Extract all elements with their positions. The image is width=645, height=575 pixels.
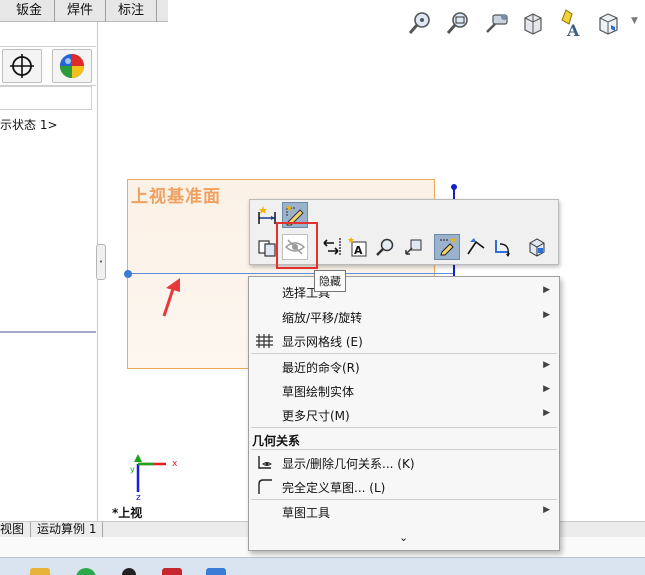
submenu-arrow-icon: ▶: [543, 310, 550, 320]
zoom-to-area-button[interactable]: [443, 6, 473, 40]
view-orientation-button[interactable]: [594, 6, 624, 40]
display-state-label: 示状态 1>: [0, 118, 58, 132]
display-style-button[interactable]: A: [556, 6, 586, 40]
sketch-selection-icon: [440, 237, 456, 256]
tab-annotation[interactable]: 标注: [106, 0, 158, 22]
zoom-to-fit-icon: [408, 12, 430, 34]
axis-x-label: x: [172, 459, 178, 469]
submenu-arrow-icon: ▶: [543, 285, 550, 295]
menu-item-label: 更多尺寸(M): [282, 409, 350, 423]
context-menu: 选择工具 ▶ 缩放/平移/旋转 ▶ 显示网格线 (E) 最近的命令(R) ▶ 草…: [248, 276, 560, 551]
menu-item-more-dimensions[interactable]: 更多尺寸(M) ▶: [249, 403, 559, 427]
move-entities-button[interactable]: [318, 234, 344, 260]
menu-item-label: 显示/删除几何关系... (K): [282, 457, 415, 471]
chat-app-icon[interactable]: [76, 568, 96, 575]
smart-dimension-icon: [258, 206, 276, 224]
menu-separator: [251, 353, 557, 354]
menu-section-header: 几何关系: [252, 434, 301, 448]
rotate-view-button[interactable]: [400, 234, 426, 260]
menu-item-label: 缩放/平移/旋转: [282, 311, 363, 325]
panel-list-box: [0, 86, 92, 110]
command-manager-tabs: 钣金 焊件 标注: [0, 0, 168, 22]
origin-button[interactable]: [2, 49, 42, 83]
menu-item-label: 最近的命令(R): [282, 361, 360, 375]
annotation-button[interactable]: A: [344, 234, 370, 260]
crosshair-icon: [10, 54, 34, 78]
copy-icon: [258, 240, 276, 257]
annotation-icon: A: [348, 237, 367, 257]
hide-tooltip: 隐藏: [314, 270, 346, 292]
submenu-arrow-icon: ▶: [543, 384, 550, 394]
menu-item-sketch-tools[interactable]: 草图工具 ▶: [249, 500, 559, 524]
offset-button[interactable]: [490, 234, 516, 260]
fully-define-icon: [258, 479, 272, 494]
submenu-arrow-icon: ▶: [543, 505, 550, 515]
svg-text:A: A: [354, 244, 363, 257]
menu-item-label: 草图工具: [282, 506, 331, 520]
zoom-button[interactable]: [372, 234, 398, 260]
sketch-line-endpoint[interactable]: [124, 270, 132, 278]
view-orientation-icon: [599, 13, 618, 35]
highlight-box: [276, 222, 318, 269]
axis-z-label: z: [136, 493, 141, 503]
appearance-sphere-icon: [60, 54, 84, 78]
view-name-label: *上视: [112, 506, 143, 520]
menu-item-sketch-entities[interactable]: 草图绘制实体 ▶: [249, 379, 559, 403]
menu-item-zoom-pan-rotate[interactable]: 缩放/平移/旋转 ▶: [249, 305, 559, 329]
coordinate-triad: x y z: [130, 454, 178, 503]
panel-divider[interactable]: [0, 331, 96, 333]
axis-y-label: y: [130, 465, 135, 474]
menu-separator: [251, 449, 557, 450]
tab-sheet-metal[interactable]: 钣金: [0, 0, 56, 22]
feature-manager-panel: 示状态 1>: [0, 0, 98, 522]
offset-icon: [495, 240, 510, 257]
menu-expand-chevron-icon[interactable]: ⌄: [399, 531, 408, 544]
convert-entities-icon: [467, 238, 485, 255]
appearance-button[interactable]: [52, 49, 92, 83]
sketch-selection-button[interactable]: [434, 234, 460, 260]
section-view-button[interactable]: [518, 6, 548, 40]
view-orientation-dropdown-arrow[interactable]: ▼: [631, 16, 638, 26]
grid-icon: [256, 334, 273, 348]
window-icon[interactable]: [206, 568, 226, 575]
rotate-view-icon: [405, 239, 422, 255]
menu-item-show-grid[interactable]: 显示网格线 (E): [249, 329, 559, 353]
previous-view-button[interactable]: [482, 6, 512, 40]
sketch-line[interactable]: [128, 273, 453, 274]
relations-icon: [258, 456, 272, 469]
svg-text:A: A: [566, 21, 580, 38]
menu-item-recent-commands[interactable]: 最近的命令(R) ▶: [249, 355, 559, 379]
display-style-icon: A: [561, 9, 580, 38]
menu-item-fully-define-sketch[interactable]: 完全定义草图... (L): [249, 475, 559, 499]
taskbar: [0, 557, 645, 575]
zoom-icon: [376, 238, 394, 256]
menu-item-label: 草图绘制实体: [282, 385, 355, 399]
solidworks-icon[interactable]: [162, 568, 182, 575]
folder-icon[interactable]: [30, 568, 50, 575]
menu-item-label: 显示网格线 (E): [282, 335, 363, 349]
move-entities-icon: [323, 238, 341, 256]
menu-item-label: 完全定义草图... (L): [282, 481, 386, 495]
3d-view-button[interactable]: [524, 234, 550, 260]
zoom-to-area-icon: [446, 12, 468, 34]
section-view-icon: [524, 13, 542, 35]
panel-collapse-handle[interactable]: •: [96, 244, 106, 280]
plane-label: 上视基准面: [131, 187, 221, 207]
tab-weldments[interactable]: 焊件: [55, 0, 107, 22]
menu-separator: [251, 427, 557, 428]
menu-item-display-delete-relations[interactable]: 显示/删除几何关系... (K): [249, 451, 559, 475]
menu-item-selection-tools[interactable]: 选择工具 ▶: [249, 280, 559, 304]
zoom-to-fit-button[interactable]: [405, 6, 435, 40]
tab-model-view[interactable]: 视图: [0, 522, 32, 537]
red-pointer-arrow: [162, 278, 180, 317]
submenu-arrow-icon: ▶: [543, 360, 550, 370]
panel-toolbar: [0, 46, 96, 86]
app-icon[interactable]: [122, 568, 136, 575]
3d-view-icon: [529, 238, 545, 257]
submenu-arrow-icon: ▶: [543, 408, 550, 418]
tab-motion-study[interactable]: 运动算例 1: [31, 522, 104, 537]
previous-view-icon: [486, 14, 508, 33]
convert-entities-button[interactable]: [462, 234, 488, 260]
